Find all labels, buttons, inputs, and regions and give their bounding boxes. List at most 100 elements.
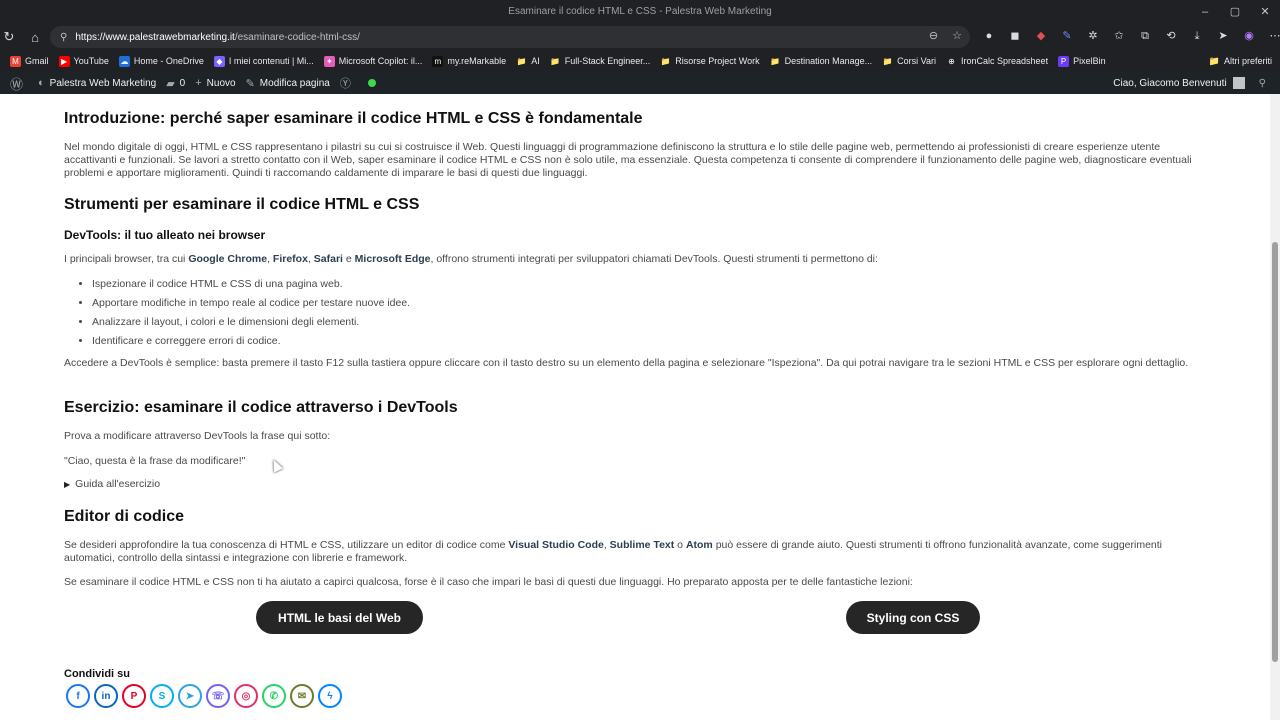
- dashboard-icon: ◐: [38, 77, 45, 89]
- exercise-paragraph: Prova a modificare attraverso DevTools l…: [64, 430, 331, 442]
- bookmark-label: I miei contenuti | Mi...: [228, 56, 314, 66]
- home-icon[interactable]: ⌂: [28, 30, 42, 45]
- facebook-icon[interactable]: f: [66, 684, 90, 708]
- wp-admin-bar: Ⓦ ◐ Palestra Web Marketing ▰ 0 + Nuovo ✎ Mod…: [0, 72, 1280, 94]
- bookmarks-bar: M Gmail ▶ YouTube ☁ Home - OneDrive ◆ I miei co…: [0, 50, 1280, 72]
- window-controls: – ▢ ✕: [1190, 0, 1280, 24]
- bookmark-item[interactable]: 📁 Destination Manage...: [770, 56, 872, 67]
- reload-icon[interactable]: ↻: [2, 29, 16, 45]
- more-menu-icon[interactable]: ⋯: [1268, 28, 1280, 44]
- viber-icon[interactable]: ☏: [206, 684, 230, 708]
- bookmark-item[interactable]: 📁 AI: [516, 56, 540, 67]
- bookmark-item[interactable]: m my.reMarkable: [432, 55, 507, 67]
- favorites-icon[interactable]: ✩: [1112, 28, 1126, 44]
- bookmark-label: my.reMarkable: [447, 56, 507, 66]
- html-basics-button[interactable]: HTML le basi del Web: [256, 601, 423, 634]
- download-icon[interactable]: ⤓: [1190, 28, 1204, 44]
- bookmark-label: PixelBin: [1073, 56, 1106, 66]
- exercise-guide-toggle[interactable]: ▶ Guida all'esercizio: [64, 478, 1194, 490]
- seo-status-dot[interactable]: [367, 79, 376, 87]
- bookmark-icon: P: [1058, 55, 1070, 67]
- search-icon[interactable]: ⚲: [1259, 78, 1266, 89]
- wp-user-menu[interactable]: Ciao, Giacomo Benvenuti ⚲: [1113, 72, 1266, 94]
- favorite-star-icon[interactable]: ☆: [952, 29, 962, 42]
- devtools-list: Ispezionare il codice HTML e CSS di una …: [64, 278, 1194, 354]
- bookmark-item[interactable]: 📁 Full-Stack Engineer...: [550, 56, 651, 67]
- profile-icon[interactable]: ◉: [1242, 28, 1256, 44]
- bookmark-icon: 📁: [770, 56, 781, 66]
- plus-icon: +: [195, 77, 202, 89]
- bookmark-icon: M: [10, 55, 21, 67]
- email-icon[interactable]: ✉: [290, 684, 314, 708]
- wp-comments[interactable]: ▰ 0: [166, 77, 185, 90]
- extensions-puzzle-icon[interactable]: ✲: [1086, 28, 1100, 44]
- css-styling-button[interactable]: Styling con CSS: [846, 601, 980, 634]
- bookmark-item[interactable]: P PixelBin: [1058, 55, 1106, 67]
- bookmark-icon: ☁: [118, 55, 130, 67]
- editor-heading: Editor di codice: [64, 508, 185, 525]
- folder-icon: 📁: [1208, 55, 1220, 66]
- share-buttons: f in P S ➤ ☏ ◎ ✆ ✉ ϟ: [66, 684, 342, 708]
- comment-icon: ▰: [166, 77, 175, 90]
- browser-titlebar: Esaminare il codice HTML e CSS - Palestr…: [0, 0, 1280, 24]
- intro-heading: Introduzione: perché saper esaminare il …: [64, 110, 643, 127]
- browser-safari: Safari: [313, 253, 343, 265]
- bookmark-item[interactable]: 📁 Risorse Project Work: [660, 56, 760, 67]
- whatsapp-icon[interactable]: ✆: [262, 684, 286, 708]
- bookmark-label: Gmail: [25, 56, 49, 66]
- other-bookmarks[interactable]: 📁 Altri preferiti: [1209, 50, 1272, 72]
- share-icon[interactable]: ➤: [1216, 28, 1230, 44]
- wp-edit-label: Modifica pagina: [259, 77, 330, 89]
- bookmark-label: AI: [531, 56, 540, 66]
- wp-site-link[interactable]: ◐ Palestra Web Marketing: [38, 77, 156, 89]
- avatar: [1232, 77, 1245, 89]
- pinterest-icon[interactable]: P: [122, 684, 146, 708]
- tab-title[interactable]: Esaminare il codice HTML e CSS - Palestr…: [508, 6, 771, 17]
- wordpress-logo-icon[interactable]: Ⓦ: [10, 74, 28, 93]
- editor-text-pre: Se desideri approfondire la tua conoscen…: [64, 539, 509, 551]
- wp-edit-page[interactable]: ✎ Modifica pagina: [246, 77, 330, 90]
- yoast-icon[interactable]: Ⓨ: [340, 75, 356, 91]
- extension-icons: ● ◼ ◆ ✎ ✲ ✩ ⧉ ⟲ ⤓ ➤ ◉ ⋯: [982, 28, 1280, 44]
- skype-icon[interactable]: S: [150, 684, 174, 708]
- wp-new[interactable]: + Nuovo: [195, 77, 235, 89]
- wp-new-label: Nuovo: [206, 77, 236, 89]
- instagram-icon[interactable]: ◎: [234, 684, 258, 708]
- telegram-icon[interactable]: ➤: [178, 684, 202, 708]
- bookmark-item[interactable]: ⊕ IronCalc Spreadsheet: [946, 56, 1048, 67]
- bookmark-item[interactable]: 📁 Corsi Vari: [882, 56, 936, 67]
- extension-icon[interactable]: ◆: [1034, 28, 1048, 44]
- bookmark-icon: 📁: [882, 56, 893, 66]
- extension-icon[interactable]: ●: [982, 28, 996, 44]
- extension-icon[interactable]: ✎: [1060, 28, 1074, 44]
- tools-heading: Strumenti per esaminare il codice HTML e…: [64, 196, 420, 213]
- bookmark-item[interactable]: ◆ I miei contenuti | Mi...: [213, 55, 314, 67]
- bookmark-item[interactable]: ✦ Microsoft Copilot: il...: [323, 55, 423, 67]
- bookmark-label: Corsi Vari: [897, 56, 937, 66]
- editor-atom: Atom: [685, 539, 713, 551]
- close-icon[interactable]: ✕: [1250, 0, 1280, 24]
- collections-icon[interactable]: ⧉: [1138, 28, 1152, 44]
- reader-mode-icon[interactable]: ⊖: [929, 29, 938, 42]
- bookmark-label: Full-Stack Engineer...: [564, 56, 651, 66]
- bookmark-item[interactable]: ▶ YouTube: [58, 55, 109, 67]
- messenger-icon[interactable]: ϟ: [318, 684, 342, 708]
- scrollbar-thumb[interactable]: [1272, 242, 1278, 662]
- address-bar[interactable]: ⚲ https://www.palestrawebmarketing.it/es…: [50, 26, 970, 48]
- bookmark-icon: ⊕: [948, 56, 955, 66]
- history-icon[interactable]: ⟲: [1164, 28, 1178, 44]
- site-info-icon[interactable]: ⚲: [60, 32, 67, 43]
- list-item: Ispezionare il codice HTML e CSS di una …: [92, 278, 1194, 291]
- intro-paragraph: Nel mondo digitale di oggi, HTML e CSS r…: [64, 141, 1192, 179]
- bookmark-icon: 📁: [660, 56, 671, 66]
- minimize-icon[interactable]: –: [1190, 0, 1220, 24]
- editor-paragraph: Se desideri approfondire la tua conoscen…: [64, 539, 1194, 565]
- bookmark-item[interactable]: M Gmail: [10, 55, 49, 67]
- browser-toolbar: ↻ ⌂ ⚲ https://www.palestrawebmarketing.i…: [0, 24, 1280, 50]
- bookmark-item[interactable]: ☁ Home - OneDrive: [118, 55, 204, 67]
- maximize-icon[interactable]: ▢: [1220, 0, 1250, 24]
- extension-icon[interactable]: ◼: [1008, 28, 1022, 44]
- linkedin-icon[interactable]: in: [94, 684, 118, 708]
- bookmark-label: Microsoft Copilot: il...: [338, 56, 423, 66]
- page-scrollbar[interactable]: [1270, 94, 1280, 720]
